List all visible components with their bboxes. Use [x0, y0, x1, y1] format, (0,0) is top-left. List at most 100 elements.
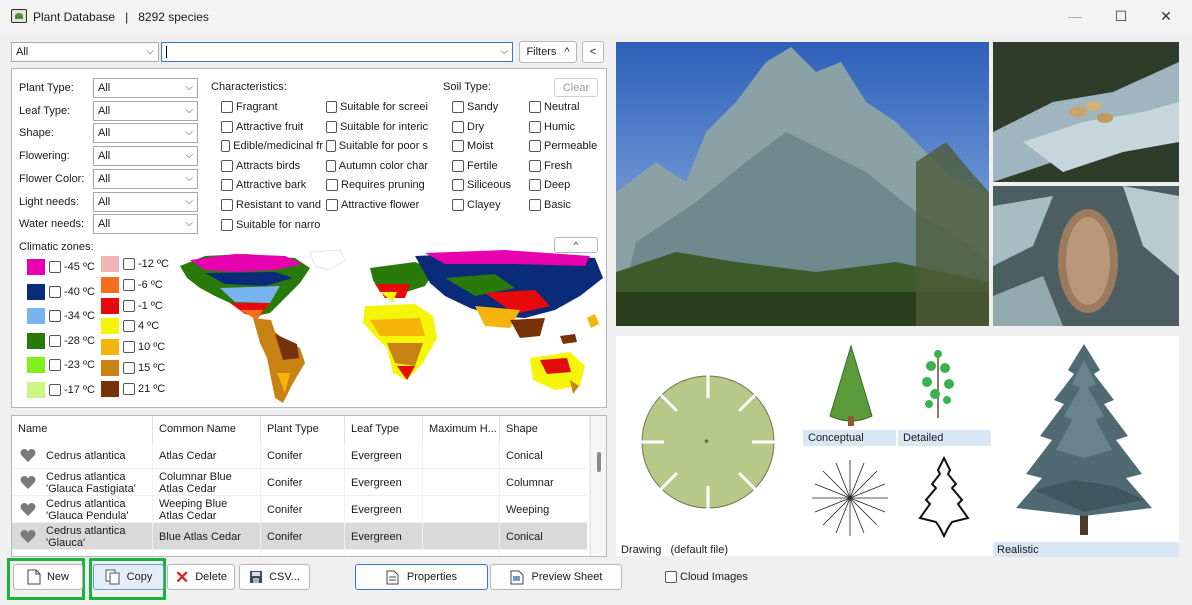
- cloud-images-checkbox[interactable]: Cloud Images: [665, 571, 748, 583]
- zone-checkbox[interactable]: -28 ºC: [49, 334, 95, 347]
- zone-checkbox[interactable]: -17 ºC: [49, 384, 95, 396]
- checkbox[interactable]: [49, 359, 61, 372]
- filter-checkbox[interactable]: Fresh: [529, 159, 603, 172]
- checkbox[interactable]: [326, 159, 336, 172]
- filter-dropdown[interactable]: All ⌵: [93, 214, 198, 235]
- checkbox[interactable]: [452, 159, 464, 172]
- checkbox[interactable]: [529, 159, 541, 172]
- checkbox[interactable]: [452, 101, 464, 113]
- properties-button[interactable]: Properties: [355, 564, 488, 590]
- checkbox[interactable]: [123, 341, 135, 354]
- plan-drawing-symbol[interactable]: *: [638, 372, 778, 512]
- filter-checkbox[interactable]: Edible/medicinal fr: [221, 140, 323, 153]
- checkbox[interactable]: [221, 120, 233, 133]
- zone-checkbox[interactable]: -12 ºC: [123, 258, 169, 270]
- checkbox[interactable]: [123, 362, 135, 374]
- checkbox[interactable]: [326, 101, 337, 113]
- table-row[interactable]: Cedrus atlantica 'Glauca Fastigiata' Colu…: [12, 469, 590, 496]
- filter-checkbox[interactable]: Suitable for poor s: [326, 140, 428, 153]
- filter-dropdown[interactable]: All ⌵: [93, 168, 198, 189]
- checkbox[interactable]: [49, 384, 61, 396]
- collapse-panel-button[interactable]: <: [582, 41, 604, 63]
- plan-star-symbol[interactable]: [810, 458, 890, 538]
- checkbox[interactable]: [326, 120, 337, 133]
- table-row[interactable]: Cedrus atlantica 'Glauca Pendula' Weeping…: [12, 496, 590, 523]
- zone-checkbox[interactable]: -6 ºC: [123, 278, 163, 291]
- search-input[interactable]: ⌵: [161, 42, 513, 62]
- checkbox[interactable]: [452, 120, 464, 133]
- favorite-heart-icon[interactable]: [20, 556, 36, 557]
- checkbox[interactable]: [123, 278, 135, 291]
- zone-checkbox[interactable]: -23 ºC: [49, 359, 95, 372]
- checkbox[interactable]: [665, 571, 677, 583]
- column-header[interactable]: Name: [12, 416, 153, 442]
- table-row[interactable]: Cedrus atlantica Atlas Cedar Conifer Evergr…: [12, 442, 590, 469]
- checkbox[interactable]: [326, 179, 338, 192]
- scrollbar-thumb[interactable]: [597, 452, 601, 472]
- checkbox[interactable]: [221, 199, 233, 211]
- zone-checkbox[interactable]: -40 ºC: [49, 285, 95, 298]
- column-header[interactable]: Maximum H...: [423, 416, 500, 442]
- checkbox[interactable]: [529, 179, 541, 192]
- filter-checkbox[interactable]: Basic: [529, 199, 603, 211]
- checkbox[interactable]: [326, 199, 338, 211]
- filter-checkbox[interactable]: Requires pruning: [326, 179, 428, 192]
- csv-button[interactable]: CSV...: [239, 564, 310, 590]
- checkbox[interactable]: [221, 159, 233, 172]
- filter-checkbox[interactable]: Attractive bark: [221, 179, 323, 192]
- copy-button[interactable]: Copy: [93, 564, 164, 590]
- filter-checkbox[interactable]: Autumn color char: [326, 159, 428, 172]
- close-button[interactable]: ✕: [1143, 0, 1189, 32]
- filter-dropdown[interactable]: All ⌵: [93, 191, 198, 212]
- filter-checkbox[interactable]: Neutral: [529, 101, 603, 113]
- checkbox[interactable]: [123, 258, 135, 270]
- filter-checkbox[interactable]: Attracts birds: [221, 159, 323, 172]
- zone-checkbox[interactable]: 15 ºC: [123, 362, 165, 374]
- checkbox[interactable]: [529, 120, 541, 133]
- filter-checkbox[interactable]: Humic: [529, 120, 603, 133]
- zone-checkbox[interactable]: -34 ºC: [49, 310, 95, 323]
- column-header[interactable]: Leaf Type: [345, 416, 423, 442]
- elevation-outline-symbol[interactable]: [914, 456, 974, 538]
- checkbox[interactable]: [221, 179, 233, 192]
- checkbox[interactable]: [123, 382, 135, 395]
- new-button[interactable]: New: [13, 564, 83, 590]
- filter-dropdown[interactable]: All ⌵: [93, 146, 198, 167]
- preview-sheet-button[interactable]: Preview Sheet: [490, 564, 622, 590]
- checkbox[interactable]: [123, 299, 135, 312]
- filter-checkbox[interactable]: Suitable for narro: [221, 218, 323, 231]
- category-select[interactable]: All ⌵: [11, 42, 159, 62]
- checkbox[interactable]: [452, 179, 464, 192]
- zone-checkbox[interactable]: 4 ºC: [123, 320, 159, 333]
- filter-checkbox[interactable]: Permeable: [529, 140, 603, 153]
- table-row[interactable]: Cedrus atlanticaHorstmann Blue: [12, 550, 590, 557]
- filter-dropdown[interactable]: All ⌵: [93, 123, 198, 144]
- filter-checkbox[interactable]: Fertile: [452, 159, 526, 172]
- checkbox[interactable]: [529, 199, 541, 211]
- checkbox[interactable]: [49, 285, 61, 298]
- checkbox[interactable]: [221, 140, 231, 153]
- climate-world-map[interactable]: [175, 248, 605, 408]
- checkbox[interactable]: [221, 218, 233, 231]
- zone-checkbox[interactable]: 10 ºC: [123, 341, 165, 354]
- filter-dropdown[interactable]: All ⌵: [93, 100, 198, 121]
- filter-checkbox[interactable]: Sandy: [452, 101, 526, 113]
- zone-checkbox[interactable]: 21 ºC: [123, 382, 165, 395]
- checkbox[interactable]: [529, 101, 541, 113]
- filter-checkbox[interactable]: Resistant to vand: [221, 199, 323, 211]
- checkbox[interactable]: [49, 310, 61, 323]
- detailed-tree-symbol[interactable]: [917, 346, 959, 422]
- table-row[interactable]: Cedrus atlantica 'Glauca' Blue Atlas Ceda…: [12, 523, 590, 550]
- checkbox[interactable]: [452, 140, 464, 153]
- favorite-heart-icon[interactable]: [20, 502, 36, 517]
- filter-checkbox[interactable]: Attractive flower: [326, 199, 428, 211]
- column-header[interactable]: Shape: [500, 416, 590, 442]
- filter-checkbox[interactable]: Deep: [529, 179, 603, 192]
- column-header[interactable]: Common Name: [153, 416, 261, 442]
- clear-button[interactable]: Clear: [554, 78, 598, 97]
- checkbox[interactable]: [123, 320, 135, 333]
- column-header[interactable]: Plant Type: [261, 416, 345, 442]
- checkbox[interactable]: [49, 261, 61, 273]
- checkbox[interactable]: [49, 334, 61, 347]
- zone-checkbox[interactable]: -45 ºC: [49, 261, 95, 273]
